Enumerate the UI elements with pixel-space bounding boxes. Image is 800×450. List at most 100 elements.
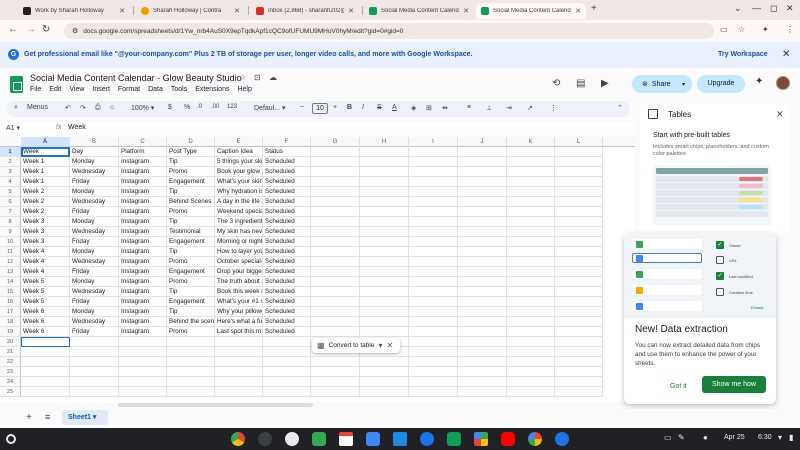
add-sheet-icon[interactable]: + — [26, 412, 32, 423]
cell[interactable] — [263, 377, 311, 387]
cell[interactable]: Week 6 — [21, 317, 70, 327]
time-text[interactable]: 6:30 — [758, 434, 772, 441]
row-header[interactable]: 15 — [0, 287, 21, 297]
cell[interactable]: Monday — [70, 217, 119, 227]
cell[interactable] — [311, 307, 360, 317]
cell[interactable]: Why your pillowc — [215, 307, 263, 317]
cell[interactable] — [458, 327, 507, 337]
cell[interactable]: Wednesday — [70, 227, 119, 237]
cell[interactable]: Week 2 — [21, 207, 70, 217]
browser-tab-4[interactable]: Social Media Content Calenda ✕ — [364, 3, 474, 19]
number-format-button[interactable]: 123 — [227, 104, 237, 110]
cell[interactable]: Week 2 — [21, 197, 70, 207]
cell[interactable] — [458, 257, 507, 267]
cell[interactable] — [360, 297, 409, 307]
battery-icon[interactable]: ▮ — [789, 433, 793, 442]
cell[interactable] — [458, 307, 507, 317]
more-options-icon[interactable]: ⋮ — [550, 104, 557, 112]
tab-search-icon[interactable]: ⌄ — [734, 3, 742, 14]
row-header[interactable]: 11 — [0, 247, 21, 257]
cell[interactable]: Week 5 — [21, 287, 70, 297]
cell[interactable] — [215, 337, 263, 347]
cell[interactable] — [167, 337, 215, 347]
cell[interactable]: Week 4 — [21, 257, 70, 267]
cell[interactable] — [555, 237, 603, 247]
merge-cells-icon[interactable]: ⇹ — [442, 104, 448, 112]
cell[interactable] — [555, 287, 603, 297]
row-header[interactable]: 23 — [0, 367, 21, 377]
cell[interactable] — [555, 327, 603, 337]
cell[interactable]: Friday — [70, 207, 119, 217]
cell[interactable]: Week 5 — [21, 297, 70, 307]
cell[interactable] — [409, 377, 458, 387]
cell[interactable] — [311, 247, 360, 257]
cell[interactable]: How to layer you — [215, 247, 263, 257]
cell[interactable]: Instagram — [119, 277, 167, 287]
cell[interactable]: Book your glow t — [215, 167, 263, 177]
format-currency-button[interactable]: $ — [168, 104, 172, 111]
column-header[interactable]: F — [263, 137, 311, 147]
cell[interactable] — [311, 147, 360, 157]
cell[interactable] — [458, 377, 507, 387]
cell[interactable]: Scheduled — [263, 167, 311, 177]
cell[interactable] — [555, 207, 603, 217]
row-header[interactable]: 3 — [0, 167, 21, 177]
cell[interactable]: Instagram — [119, 157, 167, 167]
formula-input[interactable]: Week — [68, 124, 86, 131]
cell[interactable]: Monday — [70, 187, 119, 197]
cell[interactable] — [360, 307, 409, 317]
cell[interactable] — [458, 187, 507, 197]
paint-format-icon[interactable]: ⌂ — [110, 104, 114, 111]
borders-icon[interactable]: ⊞ — [426, 104, 432, 112]
cell[interactable] — [507, 157, 555, 167]
date-text[interactable]: Apr 25 — [724, 434, 745, 441]
cell[interactable] — [409, 207, 458, 217]
assistant-icon[interactable] — [285, 432, 299, 446]
menu-tools[interactable]: Tools — [171, 86, 187, 93]
files-icon[interactable] — [393, 432, 407, 446]
cell[interactable]: Instagram — [119, 177, 167, 187]
collapse-toolbar-icon[interactable]: ⌃ — [617, 104, 623, 112]
cell[interactable] — [21, 377, 70, 387]
cell[interactable] — [458, 177, 507, 187]
cell[interactable]: Promo — [167, 257, 215, 267]
cell[interactable]: Behind the scen — [167, 317, 215, 327]
cell[interactable] — [409, 317, 458, 327]
screenshot-icon[interactable]: ▭ — [664, 433, 672, 442]
cell[interactable] — [215, 347, 263, 357]
row-header[interactable]: 16 — [0, 297, 21, 307]
wifi-icon[interactable]: ▾ — [778, 433, 782, 442]
cell[interactable] — [360, 257, 409, 267]
cell[interactable] — [215, 367, 263, 377]
cell[interactable]: Tip — [167, 187, 215, 197]
cell[interactable]: Instagram — [119, 187, 167, 197]
row-header[interactable]: 24 — [0, 377, 21, 387]
horizontal-scrollbar[interactable] — [118, 403, 313, 407]
row-header[interactable]: 9 — [0, 227, 21, 237]
bold-icon[interactable]: B — [347, 104, 352, 111]
notification-icon[interactable]: ● — [703, 433, 708, 442]
cell[interactable] — [311, 387, 360, 397]
cell[interactable]: Promo — [167, 207, 215, 217]
cell[interactable]: Week 1 — [21, 167, 70, 177]
spreadsheet-grid[interactable]: ABCDEFGHIJKL 1 2 3 4 5 6 7 8 9 10 11 12 13 14 15 16 17 18… — [0, 137, 635, 402]
menu-insert[interactable]: Insert — [92, 86, 110, 93]
cell[interactable]: Scheduled — [263, 247, 311, 257]
cell[interactable]: Monday — [70, 157, 119, 167]
cell[interactable] — [507, 167, 555, 177]
cell[interactable]: Scheduled — [263, 237, 311, 247]
undo-icon[interactable]: ↶ — [65, 104, 71, 112]
cell[interactable] — [507, 207, 555, 217]
cell[interactable]: Week 2 — [21, 187, 70, 197]
chrome-icon[interactable] — [231, 432, 245, 446]
cell[interactable]: Scheduled — [263, 287, 311, 297]
cell[interactable] — [555, 197, 603, 207]
cell[interactable]: Why hydration is — [215, 187, 263, 197]
cell[interactable] — [215, 387, 263, 397]
decrease-decimal-button[interactable]: .0 — [197, 104, 202, 110]
youtube-icon[interactable] — [501, 432, 515, 446]
browser-tab-5-active[interactable]: Social Media Content Calenda ✕ — [476, 3, 586, 19]
cell[interactable] — [311, 327, 360, 337]
cell[interactable]: What's your #1 s — [215, 297, 263, 307]
column-header[interactable]: J — [458, 137, 507, 147]
